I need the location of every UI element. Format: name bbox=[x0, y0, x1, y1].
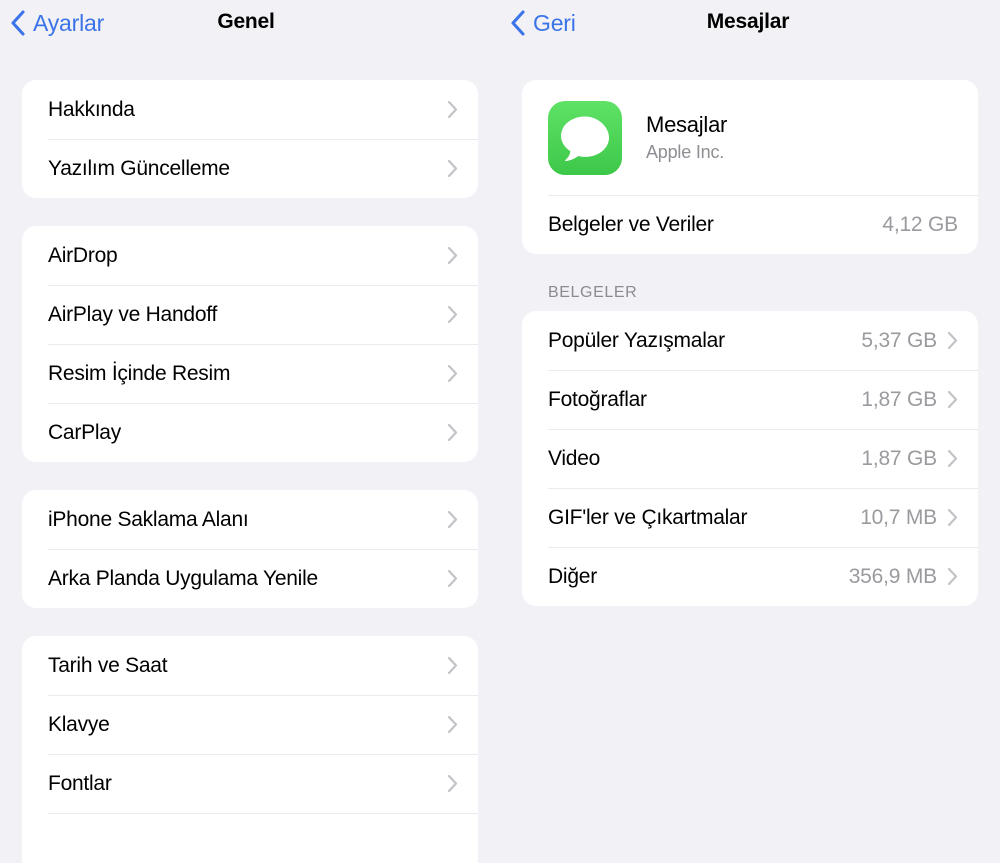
row-value: 1,87 GB bbox=[861, 446, 937, 470]
row-value: 1,87 GB bbox=[861, 387, 937, 411]
row-label: Fotoğraflar bbox=[548, 387, 647, 411]
speech-bubble-icon bbox=[561, 116, 609, 161]
chevron-right-icon bbox=[447, 364, 458, 383]
row-value: 356,9 MB bbox=[848, 564, 937, 588]
card-connectivity: AirDrop AirPlay ve Handoff Resim İçinde … bbox=[22, 226, 478, 462]
chevron-right-icon bbox=[447, 305, 458, 324]
row-gifs-and-stickers[interactable]: GIF'ler ve Çıkartmalar 10,7 MB bbox=[522, 488, 978, 547]
chevron-right-icon bbox=[447, 656, 458, 675]
row-video[interactable]: Video 1,87 GB bbox=[522, 429, 978, 488]
chevron-right-icon bbox=[947, 331, 958, 350]
navbar-general: Ayarlar Genel bbox=[0, 0, 500, 50]
chevron-right-icon bbox=[447, 569, 458, 588]
row-label: Tarih ve Saat bbox=[48, 653, 168, 677]
row-label: Belgeler ve Veriler bbox=[548, 212, 714, 236]
navbar-messages: Geri Mesajlar bbox=[500, 0, 1000, 50]
row-label: AirPlay ve Handoff bbox=[48, 302, 218, 326]
row-label: Arka Planda Uygulama Yenile bbox=[48, 566, 318, 590]
card-app-summary: Mesajlar Apple Inc. Belgeler ve Veriler … bbox=[522, 80, 978, 254]
pane-messages: Geri Mesajlar Mesajlar Apple Inc. Belgel… bbox=[500, 0, 1000, 863]
row-label: Video bbox=[548, 446, 601, 470]
app-name: Mesajlar bbox=[646, 111, 728, 137]
row-label: Popüler Yazışmalar bbox=[548, 328, 725, 352]
app-header: Mesajlar Apple Inc. bbox=[522, 80, 978, 195]
pane-general: Ayarlar Genel Hakkında Yazılım Güncellem… bbox=[0, 0, 500, 863]
chevron-right-icon bbox=[947, 390, 958, 409]
chevron-right-icon bbox=[447, 159, 458, 178]
row-label: Hakkında bbox=[48, 97, 135, 121]
row-yazilim-guncelleme[interactable]: Yazılım Güncelleme bbox=[22, 139, 478, 198]
chevron-right-icon bbox=[447, 423, 458, 442]
chevron-right-icon bbox=[447, 100, 458, 119]
section-belgeler: BELGELER bbox=[522, 254, 978, 311]
row-keyboard[interactable]: Klavye bbox=[22, 695, 478, 754]
row-label: CarPlay bbox=[48, 420, 121, 444]
row-photos[interactable]: Fotoğraflar 1,87 GB bbox=[522, 370, 978, 429]
row-label: Yazılım Güncelleme bbox=[48, 156, 230, 180]
card-system: Hakkında Yazılım Güncelleme bbox=[22, 80, 478, 198]
row-popular-conversations[interactable]: Popüler Yazışmalar 5,37 GB bbox=[522, 311, 978, 370]
row-label: GIF'ler ve Çıkartmalar bbox=[548, 505, 748, 529]
app-meta: Mesajlar Apple Inc. bbox=[646, 111, 727, 164]
messages-app-icon bbox=[548, 100, 622, 175]
row-value: 10,7 MB bbox=[860, 505, 937, 529]
page-title-general: Genel bbox=[217, 10, 275, 33]
chevron-right-icon bbox=[447, 715, 458, 734]
row-iphone-storage[interactable]: iPhone Saklama Alanı bbox=[22, 490, 478, 549]
row-airdrop[interactable]: AirDrop bbox=[22, 226, 478, 285]
card-documents: Popüler Yazışmalar 5,37 GB Fotoğraflar 1… bbox=[522, 311, 978, 606]
row-fonts[interactable]: Fontlar bbox=[22, 754, 478, 813]
row-other[interactable]: Diğer 356,9 MB bbox=[522, 547, 978, 606]
chevron-right-icon bbox=[947, 449, 958, 468]
chevron-right-icon bbox=[947, 567, 958, 586]
row-background-app-refresh[interactable]: Arka Planda Uygulama Yenile bbox=[22, 549, 478, 608]
settings-split-view: Ayarlar Genel Hakkında Yazılım Güncellem… bbox=[0, 0, 1000, 863]
card-preferences: Tarih ve Saat Klavye Fontlar bbox=[22, 636, 478, 863]
row-label: Fontlar bbox=[48, 771, 112, 795]
row-picture-in-picture[interactable]: Resim İçinde Resim bbox=[22, 344, 478, 403]
chevron-right-icon bbox=[447, 510, 458, 529]
row-date-time[interactable]: Tarih ve Saat bbox=[22, 636, 478, 695]
page-title-messages: Mesajlar bbox=[706, 10, 790, 33]
row-value: 5,37 GB bbox=[861, 328, 937, 352]
row-partially-visible[interactable] bbox=[22, 813, 478, 863]
chevron-right-icon bbox=[447, 774, 458, 793]
row-value: 4,12 GB bbox=[882, 212, 958, 236]
section-header-label: BELGELER bbox=[548, 284, 638, 301]
card-storage: iPhone Saklama Alanı Arka Planda Uygulam… bbox=[22, 490, 478, 608]
row-documents-and-data: Belgeler ve Veriler 4,12 GB bbox=[522, 195, 978, 254]
row-airplay-handoff[interactable]: AirPlay ve Handoff bbox=[22, 285, 478, 344]
chevron-right-icon bbox=[947, 508, 958, 527]
row-label: AirDrop bbox=[48, 243, 118, 267]
row-label: iPhone Saklama Alanı bbox=[48, 507, 249, 531]
row-label: Klavye bbox=[48, 712, 110, 736]
row-carplay[interactable]: CarPlay bbox=[22, 403, 478, 462]
row-hakkinda[interactable]: Hakkında bbox=[22, 80, 478, 139]
row-label: Diğer bbox=[548, 564, 597, 588]
messages-storage-list: Mesajlar Apple Inc. Belgeler ve Veriler … bbox=[500, 50, 1000, 606]
app-vendor: Apple Inc. bbox=[646, 142, 725, 163]
row-label: Resim İçinde Resim bbox=[48, 361, 231, 385]
chevron-right-icon bbox=[447, 246, 458, 265]
general-list: Hakkında Yazılım Güncelleme AirDrop AirP… bbox=[0, 50, 500, 863]
